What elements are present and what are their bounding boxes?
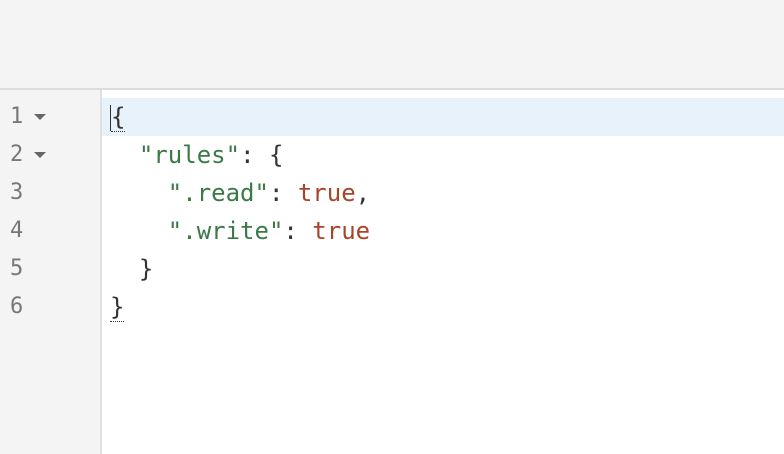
code-line[interactable]: ".write": true	[102, 212, 784, 250]
json-boolean: true	[297, 179, 356, 207]
code-line-active[interactable]: {	[102, 98, 784, 136]
colon: :	[240, 141, 269, 169]
colon: :	[283, 217, 313, 245]
gutter-row: 6	[0, 288, 100, 326]
gutter-row: 5	[0, 250, 100, 288]
gutter-row: 4	[0, 212, 100, 250]
line-number: 5	[10, 256, 24, 281]
code-editor[interactable]: 1 2 3 4 5 6 { "rules": { ".read": true,	[0, 90, 784, 454]
json-key: ".write"	[167, 217, 284, 245]
code-area[interactable]: { "rules": { ".read": true, ".write": tr…	[102, 90, 784, 454]
comma: ,	[355, 179, 371, 207]
gutter-row: 1	[0, 98, 100, 136]
json-boolean: true	[312, 217, 371, 245]
gutter-row: 2	[0, 136, 100, 174]
chevron-down-icon[interactable]	[34, 114, 46, 120]
json-key: ".read"	[167, 179, 269, 207]
code-line[interactable]: "rules": {	[102, 136, 784, 174]
editor-toolbar	[0, 0, 784, 90]
line-number: 3	[10, 180, 24, 205]
code-line[interactable]: }	[102, 250, 784, 288]
colon: :	[268, 179, 298, 207]
open-brace: {	[268, 141, 284, 169]
code-line[interactable]: ".read": true,	[102, 174, 784, 212]
open-brace: {	[111, 103, 126, 132]
chevron-down-icon[interactable]	[34, 152, 46, 158]
code-line[interactable]: }	[102, 288, 784, 326]
line-number: 4	[10, 218, 24, 243]
line-gutter: 1 2 3 4 5 6	[0, 90, 102, 454]
line-number: 1	[10, 104, 24, 129]
line-number: 6	[10, 294, 24, 319]
gutter-row: 3	[0, 174, 100, 212]
close-brace: }	[110, 293, 125, 322]
line-number: 2	[10, 142, 24, 167]
json-key: "rules"	[138, 141, 241, 169]
close-brace: }	[138, 255, 154, 283]
